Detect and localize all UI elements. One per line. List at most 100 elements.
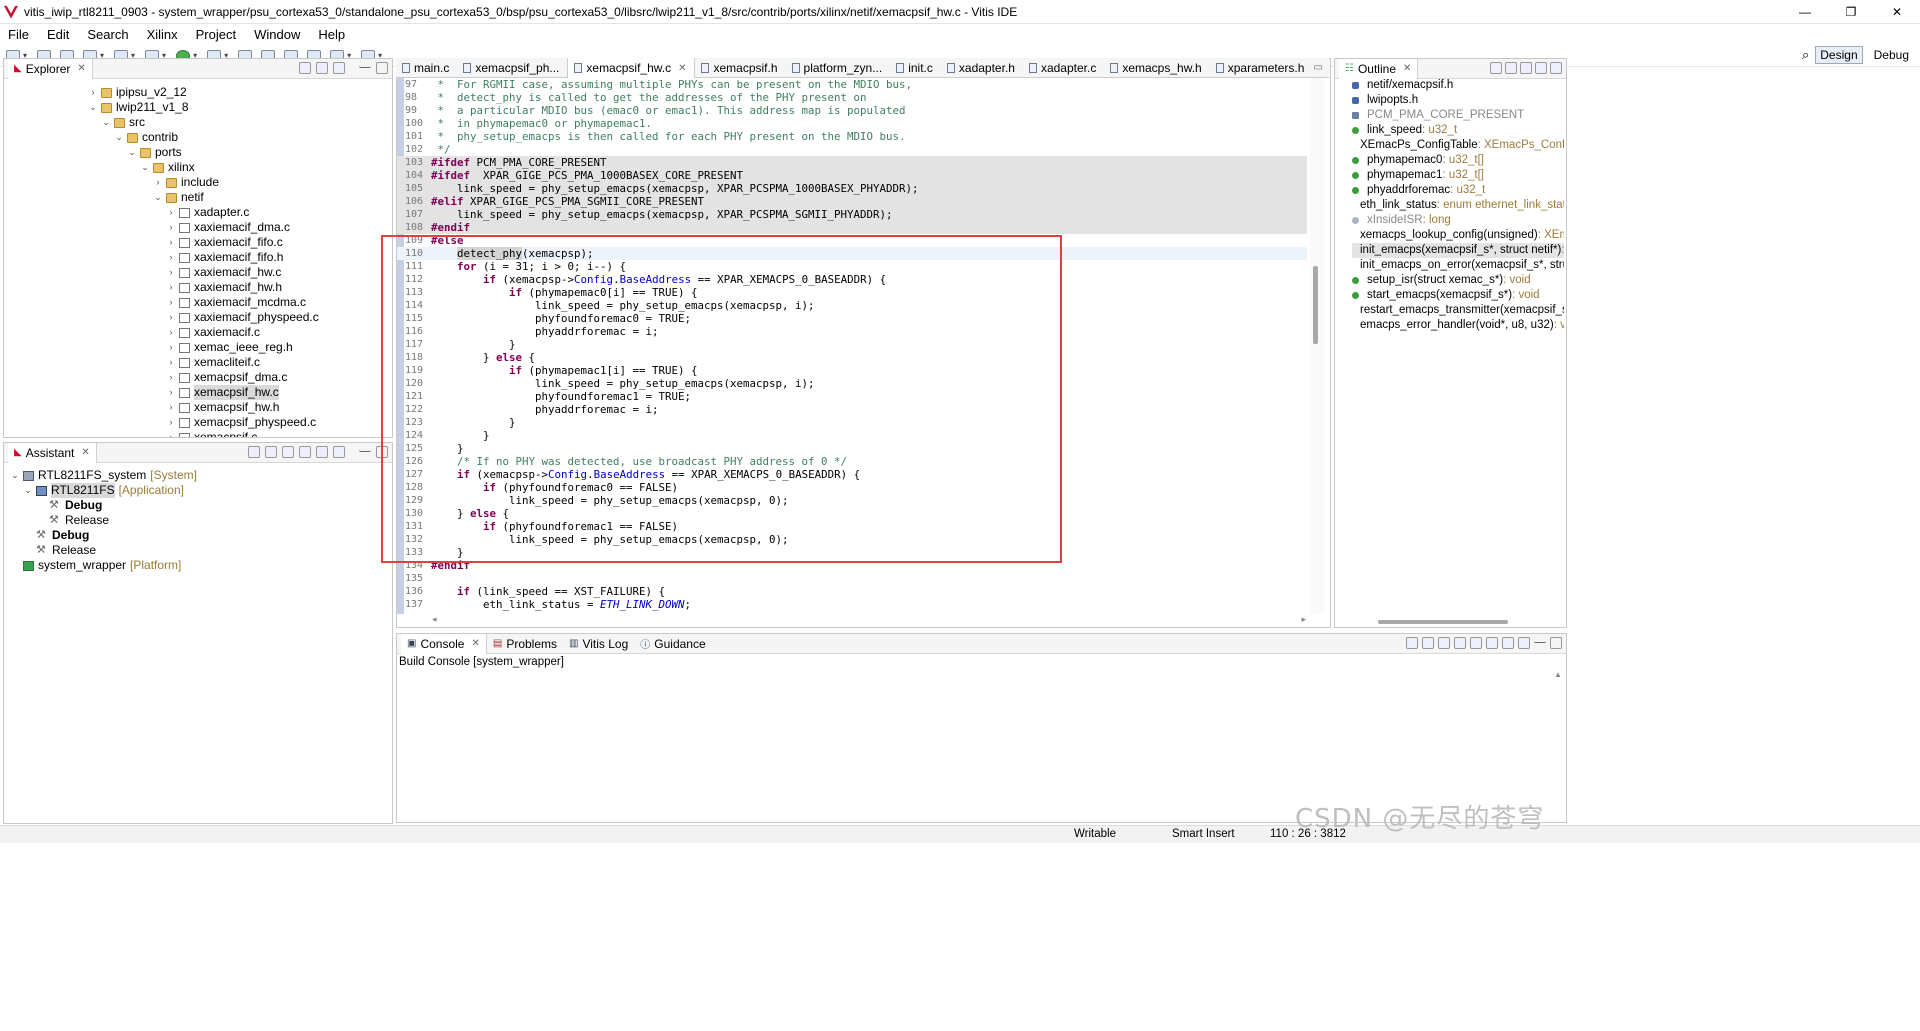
code-line[interactable]: 107 link_speed = phy_setup_emacps(xemacp… <box>397 208 1307 221</box>
tree-item[interactable]: › xaxiemacif_fifo.c <box>166 235 283 250</box>
minimize-icon[interactable] <box>359 62 371 68</box>
code-line[interactable]: 110 detect_phy(xemacpsp); <box>397 247 1307 260</box>
tree-item[interactable]: › xemacpsif_dma.c <box>166 370 288 385</box>
code-line[interactable]: 114 link_speed = phy_setup_emacps(xemacp… <box>397 299 1307 312</box>
outline-item[interactable]: xemacps_lookup_config(unsigned) : XEmacP… <box>1352 228 1564 243</box>
code-line[interactable]: 100 * in phymapemac0 or phymapemac1. <box>397 117 1307 130</box>
menu-window[interactable]: Window <box>254 27 300 42</box>
code-line[interactable]: 113 if (phymapemac0[i] == TRUE) { <box>397 286 1307 299</box>
tree-item[interactable]: ⌄ src <box>101 115 145 130</box>
debug-icon[interactable] <box>333 446 345 458</box>
tab-console[interactable]: ▣ Console ✕ <box>401 634 487 654</box>
code-line[interactable]: 111 for (i = 31; i > 0; i--) { <box>397 260 1307 273</box>
editor-tab[interactable]: xadapter.h <box>941 58 1023 78</box>
expand-twisty-icon[interactable]: › <box>166 235 176 250</box>
expand-twisty-icon[interactable]: › <box>166 280 176 295</box>
view-menu-icon[interactable] <box>350 62 354 74</box>
editor-tab[interactable]: xemacps_hw.h <box>1104 58 1209 78</box>
editor-tab[interactable]: xemacpsif.h <box>695 58 785 78</box>
code-line[interactable]: 121 phyfoundforemac1 = TRUE; <box>397 390 1307 403</box>
outline-item[interactable]: PCM_PMA_CORE_PRESENT <box>1352 108 1524 123</box>
expand-twisty-icon[interactable]: ⌄ <box>10 468 20 483</box>
expand-twisty-icon[interactable]: › <box>166 205 176 220</box>
code-line[interactable]: 123 } <box>397 416 1307 429</box>
menu-xilinx[interactable]: Xilinx <box>147 27 178 42</box>
hide-fields-icon[interactable] <box>1505 62 1517 74</box>
tree-item[interactable]: › xemacpsif.c <box>166 430 257 437</box>
maximize-icon[interactable] <box>1550 637 1562 649</box>
editor-tab[interactable]: xadapter.c <box>1023 58 1104 78</box>
run-icon[interactable] <box>316 446 328 458</box>
outline-item[interactable]: phymapemac0 : u32_t[] <box>1352 153 1484 168</box>
tree-item[interactable]: › xaxiemacif_dma.c <box>166 220 291 235</box>
code-line[interactable]: 124 } <box>397 429 1307 442</box>
outline-item[interactable]: link_speed : u32_t <box>1352 123 1457 138</box>
code-line[interactable]: 116 phyaddrforemac = i; <box>397 325 1307 338</box>
assistant-item[interactable]: ⚒ Debug <box>23 528 89 543</box>
code-line[interactable]: 97 * For RGMII case, assuming multiple P… <box>397 78 1307 91</box>
tree-item[interactable]: › xaxiemacif_mcdma.c <box>166 295 307 310</box>
code-line[interactable]: 103 #ifdef PCM_PMA_CORE_PRESENT <box>397 156 1307 169</box>
tree-item[interactable]: › include <box>153 175 220 190</box>
scroll-thumb[interactable] <box>1313 266 1318 344</box>
expand-twisty-icon[interactable]: ⌄ <box>101 115 111 130</box>
code-line[interactable]: 117 } <box>397 338 1307 351</box>
close-icon[interactable]: ✕ <box>1403 63 1411 74</box>
code-line[interactable]: 122 phyaddrforemac = i; <box>397 403 1307 416</box>
hide-nonpublic-icon[interactable] <box>1535 62 1547 74</box>
outline-item[interactable]: eth_link_status : enum ethernet_link_sta… <box>1352 198 1564 213</box>
tab-guidance[interactable]: ⓘ Guidance <box>634 634 711 654</box>
collapse-icon[interactable] <box>248 446 260 458</box>
outline-horizontal-scrollbar[interactable] <box>1378 620 1508 624</box>
tree-item[interactable]: › xemac_ieee_reg.h <box>166 340 293 355</box>
tree-item[interactable]: › xaxiemacif_hw.h <box>166 280 283 295</box>
tree-item[interactable]: › ipipsu_v2_12 <box>88 85 187 100</box>
menu-edit[interactable]: Edit <box>47 27 69 42</box>
view-menu-icon[interactable] <box>350 446 354 458</box>
word-wrap-icon[interactable] <box>1454 637 1466 649</box>
sort-icon[interactable] <box>1490 62 1502 74</box>
console-scrollbar[interactable]: ▲ <box>1554 670 1564 810</box>
tree-item[interactable]: › xaxiemacif_physpeed.c <box>166 310 319 325</box>
tab-problems[interactable]: ▤ Problems <box>487 634 563 654</box>
assistant-item[interactable]: ⌄ RTL8211FS_system [System] <box>10 468 197 483</box>
minimize-icon[interactable] <box>359 446 371 452</box>
tree-item[interactable]: ⌄ ports <box>127 145 181 160</box>
code-line[interactable]: 120 link_speed = phy_setup_emacps(xemacp… <box>397 377 1307 390</box>
code-line[interactable]: 106 #elif XPAR_GIGE_PCS_PMA_SGMII_CORE_PR… <box>397 195 1307 208</box>
outline-item[interactable]: emacps_error_handler(void*, u8, u32) : v… <box>1352 318 1564 333</box>
editor-horizontal-scrollbar[interactable]: ◂ ▸ <box>430 614 1310 626</box>
build-icon[interactable] <box>299 446 311 458</box>
expand-twisty-icon[interactable]: › <box>166 355 176 370</box>
tree-item[interactable]: ⌄ lwip211_v1_8 <box>88 100 188 115</box>
expand-twisty-icon[interactable]: ⌄ <box>153 190 163 205</box>
outline-item[interactable]: XEmacPs_ConfigTable : XEmacPs_Config[] <box>1352 138 1564 153</box>
assistant-item[interactable]: ⚒ Release <box>23 543 96 558</box>
code-line[interactable]: 112 if (xemacpsp->Config.BaseAddress == … <box>397 273 1307 286</box>
editor-tab[interactable]: xemacpsif_hw.c ✕ <box>567 58 696 78</box>
code-line[interactable]: 127 if (xemacpsp->Config.BaseAddress == … <box>397 468 1307 481</box>
expand-twisty-icon[interactable]: › <box>166 220 176 235</box>
search-icon[interactable]: ⌕ <box>1802 47 1809 63</box>
close-icon[interactable]: ✕ <box>471 638 479 649</box>
code-line[interactable]: 125 } <box>397 442 1307 455</box>
code-line[interactable]: 130 } else { <box>397 507 1307 520</box>
assistant-item[interactable]: ⌄ RTL8211FS [Application] <box>23 483 184 498</box>
code-line[interactable]: 132 link_speed = phy_setup_emacps(xemacp… <box>397 533 1307 546</box>
open-console-icon[interactable] <box>1518 637 1530 649</box>
outline-item[interactable]: start_emacps(xemacpsif_s*) : void <box>1352 288 1540 303</box>
filter-icon[interactable] <box>333 62 345 74</box>
code-editor[interactable]: 97 * For RGMII case, assuming multiple P… <box>397 78 1307 614</box>
close-icon[interactable]: ✕ <box>77 63 85 74</box>
code-line[interactable]: 135 <box>397 572 1307 585</box>
expand-twisty-icon[interactable]: › <box>166 430 176 437</box>
code-line[interactable]: 131 if (phyfoundforemac1 == FALSE) <box>397 520 1307 533</box>
editor-tab[interactable]: platform_zyn... <box>786 58 891 78</box>
outline-item[interactable]: init_emacps(xemacpsif_s*, struct netif*)… <box>1352 243 1564 258</box>
minimize-icon[interactable] <box>1534 637 1546 643</box>
assistant-item[interactable]: system_wrapper [Platform] <box>10 558 181 573</box>
assistant-item[interactable]: ⚒ Release <box>36 513 109 528</box>
code-line[interactable]: 115 phyfoundforemac0 = TRUE; <box>397 312 1307 325</box>
code-line[interactable]: 136 if (link_speed == XST_FAILURE) { <box>397 585 1307 598</box>
tree-item[interactable]: › xemacpsif_hw.c <box>166 385 279 400</box>
